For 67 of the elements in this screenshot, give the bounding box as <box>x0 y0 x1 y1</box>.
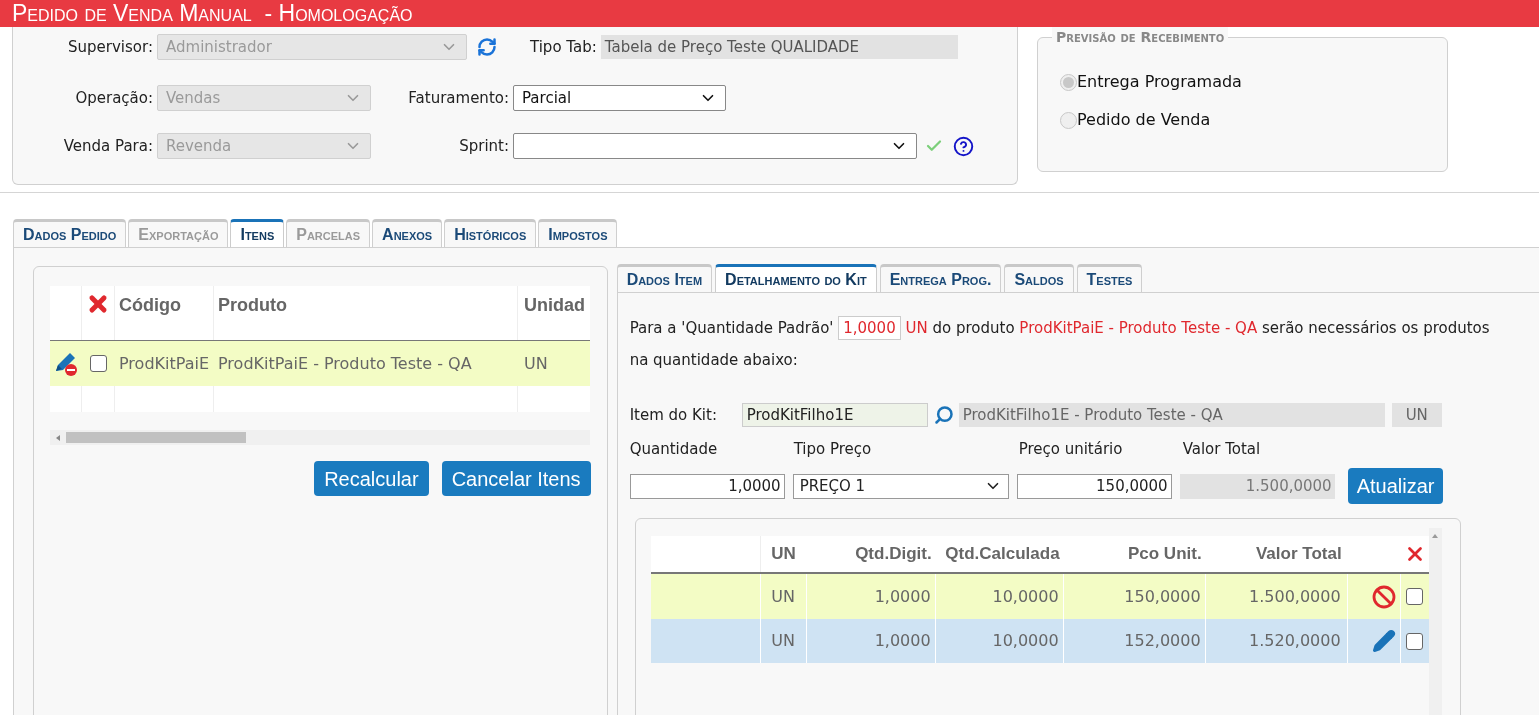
table-cell-text: ProdKitPaiE - Produto Teste - QA <box>217 352 473 375</box>
tab[interactable]: Históricos <box>444 219 537 247</box>
sprint-select[interactable] <box>513 133 917 159</box>
field-label: Supervisor: <box>67 36 153 58</box>
tab[interactable]: Itens <box>230 219 285 247</box>
column-header: Produto <box>214 286 518 340</box>
quantity-field[interactable]: 1,0000 <box>629 473 785 499</box>
price-type-select[interactable]: PREÇO 1 <box>792 473 1009 499</box>
prohibited-icon[interactable] <box>1371 584 1396 609</box>
radio-button[interactable] <box>1060 73 1077 91</box>
field-label: Venda Para: <box>62 135 153 157</box>
item-description-field: ProdKitFilho1E - Produto Teste - QA <box>958 403 1385 427</box>
tab[interactable]: Testes <box>1076 264 1143 292</box>
update-button[interactable]: Atualizar <box>1347 468 1444 504</box>
radio-label: Entrega Programada <box>1077 71 1242 93</box>
column-header: Unidad <box>523 294 586 317</box>
table-cell: 10,0000 <box>935 619 1064 663</box>
tab[interactable]: Dados Item <box>616 264 713 292</box>
tab[interactable]: Dados Pedido <box>13 219 127 247</box>
table-cell-text: UN <box>523 352 549 375</box>
field-label: Faturamento: <box>407 87 509 109</box>
column-header: Qtd.Calculada <box>944 543 1061 566</box>
field-label: Sprint: <box>458 135 509 157</box>
field-label: Quantidade <box>629 438 719 460</box>
tab[interactable]: Anexos <box>372 219 443 247</box>
checkbox[interactable] <box>1406 588 1424 605</box>
field-label: Tipo Preço <box>793 438 873 460</box>
pencil-icon[interactable] <box>53 350 79 377</box>
tab[interactable]: Entrega Prog. <box>879 264 1002 292</box>
table-cell: UN <box>760 619 807 663</box>
kit-description: Para a 'Quantidade Padrão' 1,0000 UN do produto ProdKitPaiE - Produto Teste - QA serão necessários os produtos na quantidade abaixo: <box>629 312 1500 376</box>
tab[interactable]: Impostos <box>538 219 618 247</box>
action-button[interactable]: Recalcular <box>314 461 429 496</box>
table-cell-text: ProdKitPaiE <box>118 352 211 375</box>
scroll-up-icon[interactable] <box>1431 533 1440 539</box>
total-field: 1.500,0000 <box>1179 473 1335 499</box>
unit-price-field[interactable]: 150,0000 <box>1016 473 1172 499</box>
tab[interactable]: Detalhamento do Kit <box>715 264 877 292</box>
search-icon[interactable] <box>933 405 954 425</box>
title-bar: Pedido de Venda Manual - Homologação <box>0 0 1539 27</box>
field-label: Valor Total <box>1182 438 1261 460</box>
field-label: Tipo Tab: <box>530 36 597 58</box>
column-header: Valor Total <box>1254 543 1343 566</box>
table-cell: 152,0000 <box>1063 619 1206 663</box>
table-cell: 1,0000 <box>806 619 936 663</box>
radio-label: Pedido de Venda <box>1077 109 1211 131</box>
column-header: Pco Unit. <box>1126 543 1203 566</box>
help-icon[interactable] <box>953 135 974 157</box>
faturamento-select[interactable]: Parcial <box>513 85 726 111</box>
field-label: Preço unitário <box>1018 438 1124 460</box>
column-header: Código <box>115 286 214 340</box>
item-code-field[interactable]: ProdKitFilho1E <box>741 403 928 427</box>
tab[interactable]: Saldos <box>1004 264 1074 292</box>
field-label: Operação: <box>74 87 153 109</box>
column-header: Qtd.Digit. <box>854 543 933 566</box>
radio-button[interactable] <box>1060 111 1077 129</box>
checkbox[interactable] <box>1406 632 1424 650</box>
pencil-icon[interactable] <box>1371 629 1396 653</box>
action-button[interactable]: Cancelar Itens <box>441 461 591 496</box>
checkbox[interactable] <box>90 355 107 372</box>
item-unit-field: UN <box>1391 403 1442 427</box>
refresh-icon[interactable] <box>477 37 497 57</box>
horizontal-scrollbar[interactable] <box>50 430 590 445</box>
column-header: UN <box>770 543 797 566</box>
tipo-tab-field: Tabela de Preço Teste QUALIDADE <box>600 35 958 59</box>
table-cell: 1.520,0000 <box>1205 619 1348 663</box>
field-label: Item do Kit: <box>629 404 718 426</box>
